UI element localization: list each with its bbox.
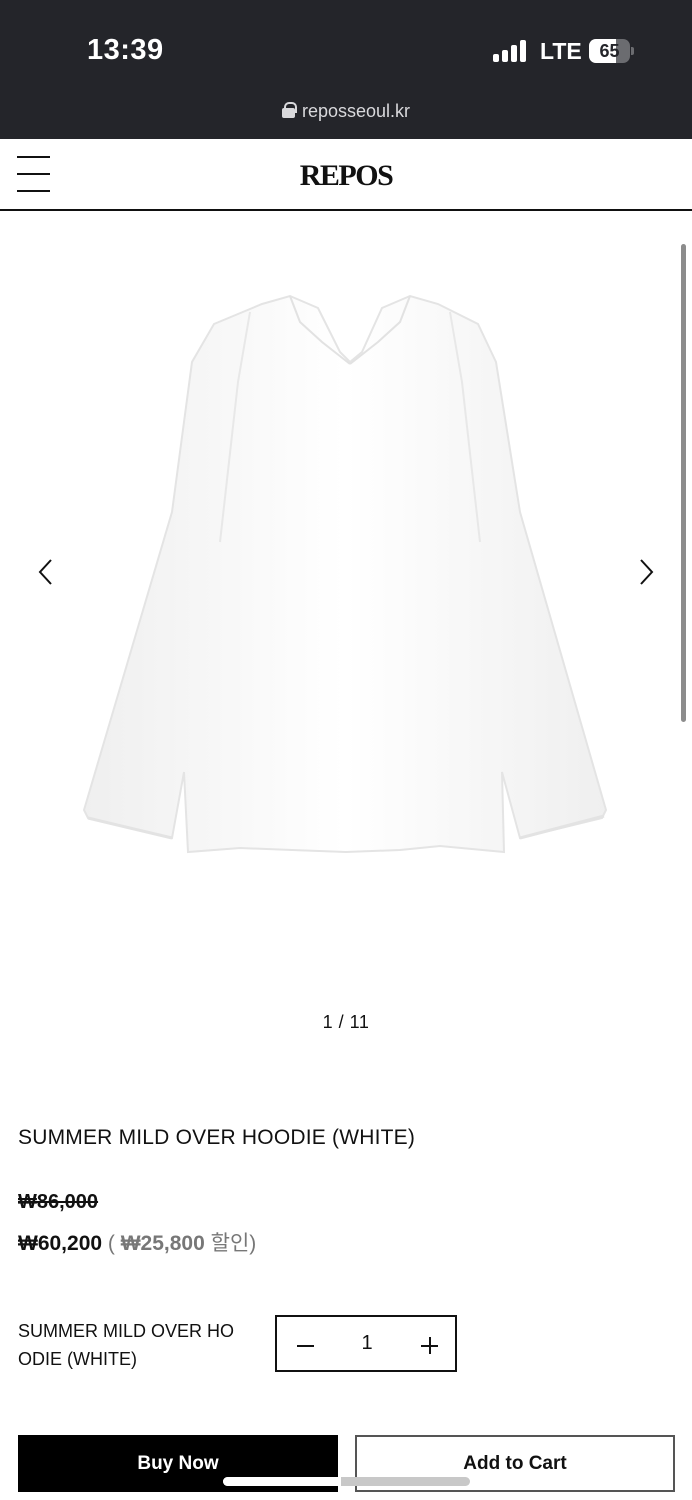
- minus-icon[interactable]: [295, 1335, 317, 1355]
- discount-amount: ₩25,800: [120, 1232, 205, 1255]
- discount-suffix: 할인): [204, 1232, 257, 1255]
- lock-icon: [281, 102, 297, 118]
- quantity-stepper: 1: [275, 1315, 457, 1372]
- option-name: SUMMER MILD OVER HO ODIE (WHITE): [18, 1321, 235, 1369]
- discount-open: (: [102, 1232, 121, 1255]
- product-image: [82, 294, 608, 854]
- product-title: SUMMER MILD OVER HOODIE (WHITE): [18, 1126, 416, 1149]
- sale-price: ₩60,200: [18, 1232, 103, 1255]
- chevron-left-icon[interactable]: [26, 552, 66, 592]
- site-logo[interactable]: REPOS: [0, 159, 692, 193]
- address-bar[interactable]: reposseoul.kr: [0, 101, 692, 122]
- battery-icon: 65: [589, 39, 634, 63]
- url-text: reposseoul.kr: [301, 101, 411, 121]
- quantity-value[interactable]: 1: [347, 1332, 387, 1355]
- battery-level: 65: [599, 41, 620, 61]
- plus-icon[interactable]: [419, 1335, 441, 1355]
- original-price: ₩86,000: [18, 1191, 99, 1213]
- network-type: LTE: [540, 38, 582, 64]
- status-bar: 13:39 LTE 65 reposseoul.kr: [0, 0, 692, 139]
- cellular-signal-icon: [493, 40, 529, 62]
- home-indicator[interactable]: [223, 1477, 470, 1486]
- price-row: ₩60,200 ( ₩25,800 할인): [18, 1227, 256, 1257]
- image-counter: 1 / 11: [322, 1012, 370, 1032]
- product-image-carousel[interactable]: 1 / 11: [0, 212, 692, 1052]
- site-header: REPOS: [0, 139, 692, 211]
- chevron-right-icon[interactable]: [626, 552, 666, 592]
- status-time: 13:39: [87, 34, 164, 66]
- page-scrollbar[interactable]: [681, 244, 686, 722]
